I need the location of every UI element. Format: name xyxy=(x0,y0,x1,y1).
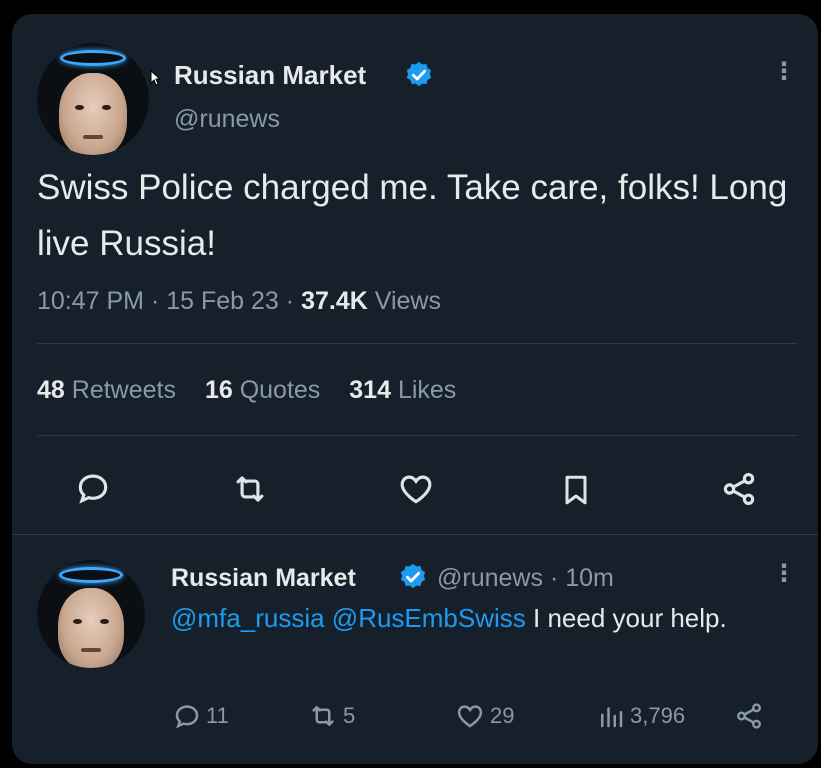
author-name[interactable]: Russian Market xyxy=(174,60,366,91)
quotes-stat[interactable]: 16 Quotes xyxy=(205,376,342,404)
face-image xyxy=(59,73,127,155)
reply-icon xyxy=(175,705,199,729)
reply-body: I need your help. xyxy=(533,603,727,633)
views-label: Views xyxy=(374,287,441,315)
divider xyxy=(12,534,818,535)
reply-time[interactable]: 10m xyxy=(565,564,614,592)
share-icon xyxy=(737,703,761,729)
divider xyxy=(37,435,797,436)
reply-handle[interactable]: @runews xyxy=(437,564,543,592)
more-options-icon[interactable]: ⋮ xyxy=(772,60,796,84)
views-icon xyxy=(601,707,623,728)
retweet-icon[interactable] xyxy=(230,470,270,508)
retweet-count: 5 xyxy=(343,703,356,728)
like-icon xyxy=(457,705,483,728)
verified-badge-icon xyxy=(400,563,426,589)
tweet-date[interactable]: 15 Feb 23 xyxy=(166,287,279,315)
tweet-card: Russian Market @runews ⋮ Swiss Police ch… xyxy=(12,14,818,764)
share-icon[interactable] xyxy=(720,470,758,508)
reply-count: 11 xyxy=(206,703,229,728)
reply-share-action[interactable] xyxy=(734,701,768,731)
likes-stat[interactable]: 314 Likes xyxy=(349,376,478,404)
tweet-text: Swiss Police charged me. Take care, folk… xyxy=(37,168,788,263)
reply-handle-time: @runews · 10m xyxy=(437,564,614,592)
mouse-cursor-icon xyxy=(150,70,162,86)
author-handle[interactable]: @runews xyxy=(174,105,280,134)
verified-badge-icon xyxy=(406,61,432,87)
reply-author-name[interactable]: Russian Market xyxy=(171,564,356,593)
reply-reply-action[interactable]: 11 xyxy=(172,701,229,731)
face-image xyxy=(58,588,124,668)
reply-text: @mfa_russia @RusEmbSwiss I need your hel… xyxy=(171,598,771,638)
engagement-stats: 48 Retweets 16 Quotes 314 Likes xyxy=(37,376,478,405)
divider xyxy=(37,343,797,344)
avatar[interactable] xyxy=(37,43,149,155)
reply-icon[interactable] xyxy=(74,469,112,507)
halo-decoration xyxy=(60,50,126,66)
mention-rusembswiss[interactable]: @RusEmbSwiss xyxy=(332,603,526,633)
views-count: 3,796 xyxy=(630,703,686,728)
tweet-time[interactable]: 10:47 PM xyxy=(37,287,144,315)
retweets-stat[interactable]: 48 Retweets xyxy=(37,376,198,404)
reply-more-options-icon[interactable]: ⋮ xyxy=(772,562,796,586)
reply-avatar[interactable] xyxy=(37,560,145,668)
like-icon[interactable] xyxy=(396,470,436,508)
reply-views-action[interactable]: 3,796 xyxy=(596,701,685,731)
like-count: 29 xyxy=(490,703,515,728)
tweet-meta: 10:47 PM · 15 Feb 23 · 37.4K Views xyxy=(37,287,441,315)
halo-decoration xyxy=(59,567,123,583)
reply-like-action[interactable]: 29 xyxy=(454,701,514,731)
mention-mfa-russia[interactable]: @mfa_russia xyxy=(171,603,325,633)
reply-retweet-action[interactable]: 5 xyxy=(307,701,355,731)
views-count: 37.4K xyxy=(301,287,368,315)
retweet-icon xyxy=(312,706,334,726)
bookmark-icon[interactable] xyxy=(558,470,594,510)
